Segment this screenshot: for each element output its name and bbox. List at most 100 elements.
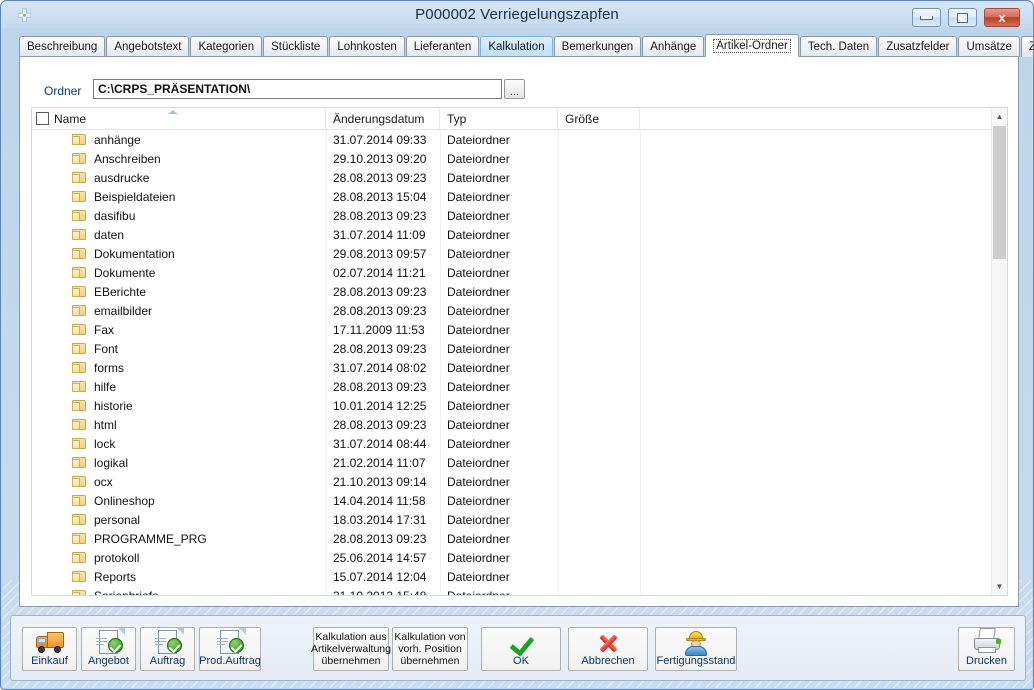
table-row[interactable]: emailbilder 28.08.2013 09:23 Dateiordner (32, 301, 1007, 320)
table-row[interactable]: Beispieldateien 28.08.2013 15:04 Dateiordn… (32, 187, 1007, 206)
drucken-button[interactable]: Drucken (958, 627, 1015, 671)
column-header-aenderungsdatum[interactable]: Änderungsdatum (326, 108, 440, 129)
table-row[interactable]: ocx 21.10.2013 09:14 Dateiordner (32, 472, 1007, 491)
file-list-scrollbar[interactable]: ▲ ▼ (991, 108, 1007, 595)
file-type-cell: Dateiordner (447, 379, 510, 394)
file-date-cell: 28.08.2013 09:23 (333, 379, 427, 394)
kalkulation-aus-artikelverwaltung-button[interactable]: Kalkulation aus Artikelverwaltung überne… (311, 627, 391, 671)
file-name-label: Serienbriefe (94, 588, 159, 596)
file-date-cell: 31.10.2013 15:48 (333, 588, 427, 596)
angebot-button-label: Angebot (88, 654, 129, 667)
table-row[interactable]: Dokumentation 29.08.2013 09:57 Dateiordner (32, 244, 1007, 263)
table-row[interactable]: lock 31.07.2014 08:44 Dateiordner (32, 434, 1007, 453)
tab-kategorien[interactable]: Kategorien (190, 36, 263, 57)
table-row[interactable]: anhänge 31.07.2014 09:33 Dateiordner (32, 130, 1007, 149)
column-header-typ[interactable]: Typ (440, 108, 558, 129)
file-type-cell: Dateiordner (447, 322, 510, 337)
file-type-cell: Dateiordner (447, 588, 510, 596)
tab-kalkulation[interactable]: Kalkulation (480, 36, 553, 57)
file-date-cell: 17.11.2009 11:53 (333, 322, 425, 337)
tab-tech-daten[interactable]: Tech. Daten (799, 36, 878, 57)
file-name-label: Fax (94, 322, 115, 337)
tab-zubehoer[interactable]: Zubehör (1020, 36, 1033, 57)
folder-icon (72, 247, 87, 260)
table-row[interactable]: forms 31.07.2014 08:02 Dateiordner (32, 358, 1007, 377)
abbrechen-button[interactable]: Abbrechen (568, 627, 648, 671)
table-row[interactable]: logikal 21.02.2014 11:07 Dateiordner (32, 453, 1007, 472)
file-name-cell: PROGRAMME_PRG (72, 529, 207, 548)
tab-lieferanten[interactable]: Lieferanten (405, 36, 480, 57)
file-name-cell: Anschreiben (72, 149, 161, 168)
file-name-label: Anschreiben (94, 151, 161, 166)
close-button[interactable]: x (984, 8, 1020, 27)
file-name-label: protokoll (94, 550, 140, 565)
einkauf-button-label: Einkauf (31, 654, 68, 667)
prod-auftrag-button[interactable]: Prod.Auftrag (199, 627, 261, 671)
table-row[interactable]: protokoll 25.06.2014 14:57 Dateiordner (32, 548, 1007, 567)
tab-bemerkungen[interactable]: Bemerkungen (553, 36, 642, 57)
folder-path-input[interactable] (93, 79, 502, 99)
tab-lohnkosten[interactable]: Lohnkosten (329, 36, 405, 57)
column-header-groesse[interactable]: Größe (558, 108, 640, 129)
tab-artikel-ordner[interactable]: Artikel-Ordner (705, 34, 799, 57)
prod-auftrag-button-label: Prod.Auftrag (199, 654, 261, 667)
table-row[interactable]: html 28.08.2013 09:23 Dateiordner (32, 415, 1007, 434)
kalkulation-von-vorh-position-button[interactable]: Kalkulation von vorh. Position übernehme… (392, 627, 468, 671)
auftrag-button[interactable]: Auftrag (140, 627, 195, 671)
file-name-label: Beispieldateien (94, 189, 176, 204)
file-type-cell: Dateiordner (447, 303, 510, 318)
file-name-cell: hilfe (72, 377, 116, 396)
kalk-von-line1: Kalkulation von (394, 631, 466, 643)
scroll-down-icon[interactable]: ▼ (992, 578, 1007, 595)
ok-button[interactable]: OK (481, 627, 561, 671)
file-date-cell: 28.08.2013 09:23 (333, 303, 427, 318)
table-row[interactable]: hilfe 28.08.2013 09:23 Dateiordner (32, 377, 1007, 396)
table-row[interactable]: daten 31.07.2014 11:09 Dateiordner (32, 225, 1007, 244)
file-name-cell: Dokumente (72, 263, 155, 282)
file-name-cell: Fax (72, 320, 114, 339)
table-row[interactable]: ausdrucke 28.08.2013 09:23 Dateiordner (32, 168, 1007, 187)
file-date-cell: 29.10.2013 09:20 (333, 151, 427, 166)
einkauf-button[interactable]: Einkauf (22, 627, 77, 671)
tab-beschreibung[interactable]: Beschreibung (19, 36, 106, 57)
folder-icon (72, 475, 87, 488)
table-row[interactable]: dasifibu 28.08.2013 09:23 Dateiordner (32, 206, 1007, 225)
tab-angebotstext[interactable]: Angebotstext (106, 36, 190, 57)
tab-stueckliste[interactable]: Stückliste (263, 36, 329, 57)
table-row[interactable]: Fax 17.11.2009 11:53 Dateiordner (32, 320, 1007, 339)
table-row[interactable]: Reports 15.07.2014 12:04 Dateiordner (32, 567, 1007, 586)
file-name-cell: Beispieldateien (72, 187, 175, 206)
scrollbar-thumb[interactable] (993, 126, 1006, 259)
file-type-cell: Dateiordner (447, 531, 510, 546)
maximize-button[interactable] (948, 8, 977, 27)
table-row[interactable]: Anschreiben 29.10.2013 09:20 Dateiordner (32, 149, 1007, 168)
folder-browse-button[interactable]: ... (504, 79, 525, 99)
table-row[interactable]: historie 10.01.2014 12:25 Dateiordner (32, 396, 1007, 415)
table-row[interactable]: PROGRAMME_PRG 28.08.2013 09:23 Dateiordner (32, 529, 1007, 548)
file-type-cell: Dateiordner (447, 398, 510, 413)
table-row[interactable]: Serienbriefe 31.10.2013 15:48 Dateiordner (32, 586, 1007, 596)
file-date-cell: 28.08.2013 09:23 (333, 341, 427, 356)
table-row[interactable]: Font 28.08.2013 09:23 Dateiordner (32, 339, 1007, 358)
fertigungsstand-button[interactable]: Fertigungsstand (655, 627, 737, 671)
table-row[interactable]: EBerichte 28.08.2013 09:23 Dateiordner (32, 282, 1007, 301)
select-all-checkbox[interactable] (36, 112, 49, 125)
column-header-typ-label: Typ (447, 111, 467, 126)
minimize-button[interactable] (912, 8, 941, 27)
tab-zusatzfelder[interactable]: Zusatzfelder (878, 36, 958, 57)
table-row[interactable]: Onlineshop 14.04.2014 11:58 Dateiordner (32, 491, 1007, 510)
column-header-name[interactable]: Name (32, 108, 326, 129)
column-header-size-label: Größe (565, 111, 600, 126)
table-row[interactable]: Dokumente 02.07.2014 11:21 Dateiordner (32, 263, 1007, 282)
tab-anhaenge[interactable]: Anhänge (642, 36, 705, 57)
file-name-cell: lock (72, 434, 115, 453)
angebot-button[interactable]: Angebot (81, 627, 136, 671)
sort-ascending-icon (168, 110, 178, 114)
file-name-cell: dasifibu (72, 206, 135, 225)
file-name-label: forms (94, 360, 124, 375)
tab-umsaetze[interactable]: Umsätze (958, 36, 1020, 57)
scroll-up-icon[interactable]: ▲ (992, 108, 1007, 125)
folder-icon (72, 437, 87, 450)
folder-icon (72, 209, 87, 222)
table-row[interactable]: personal 18.03.2014 17:31 Dateiordner (32, 510, 1007, 529)
